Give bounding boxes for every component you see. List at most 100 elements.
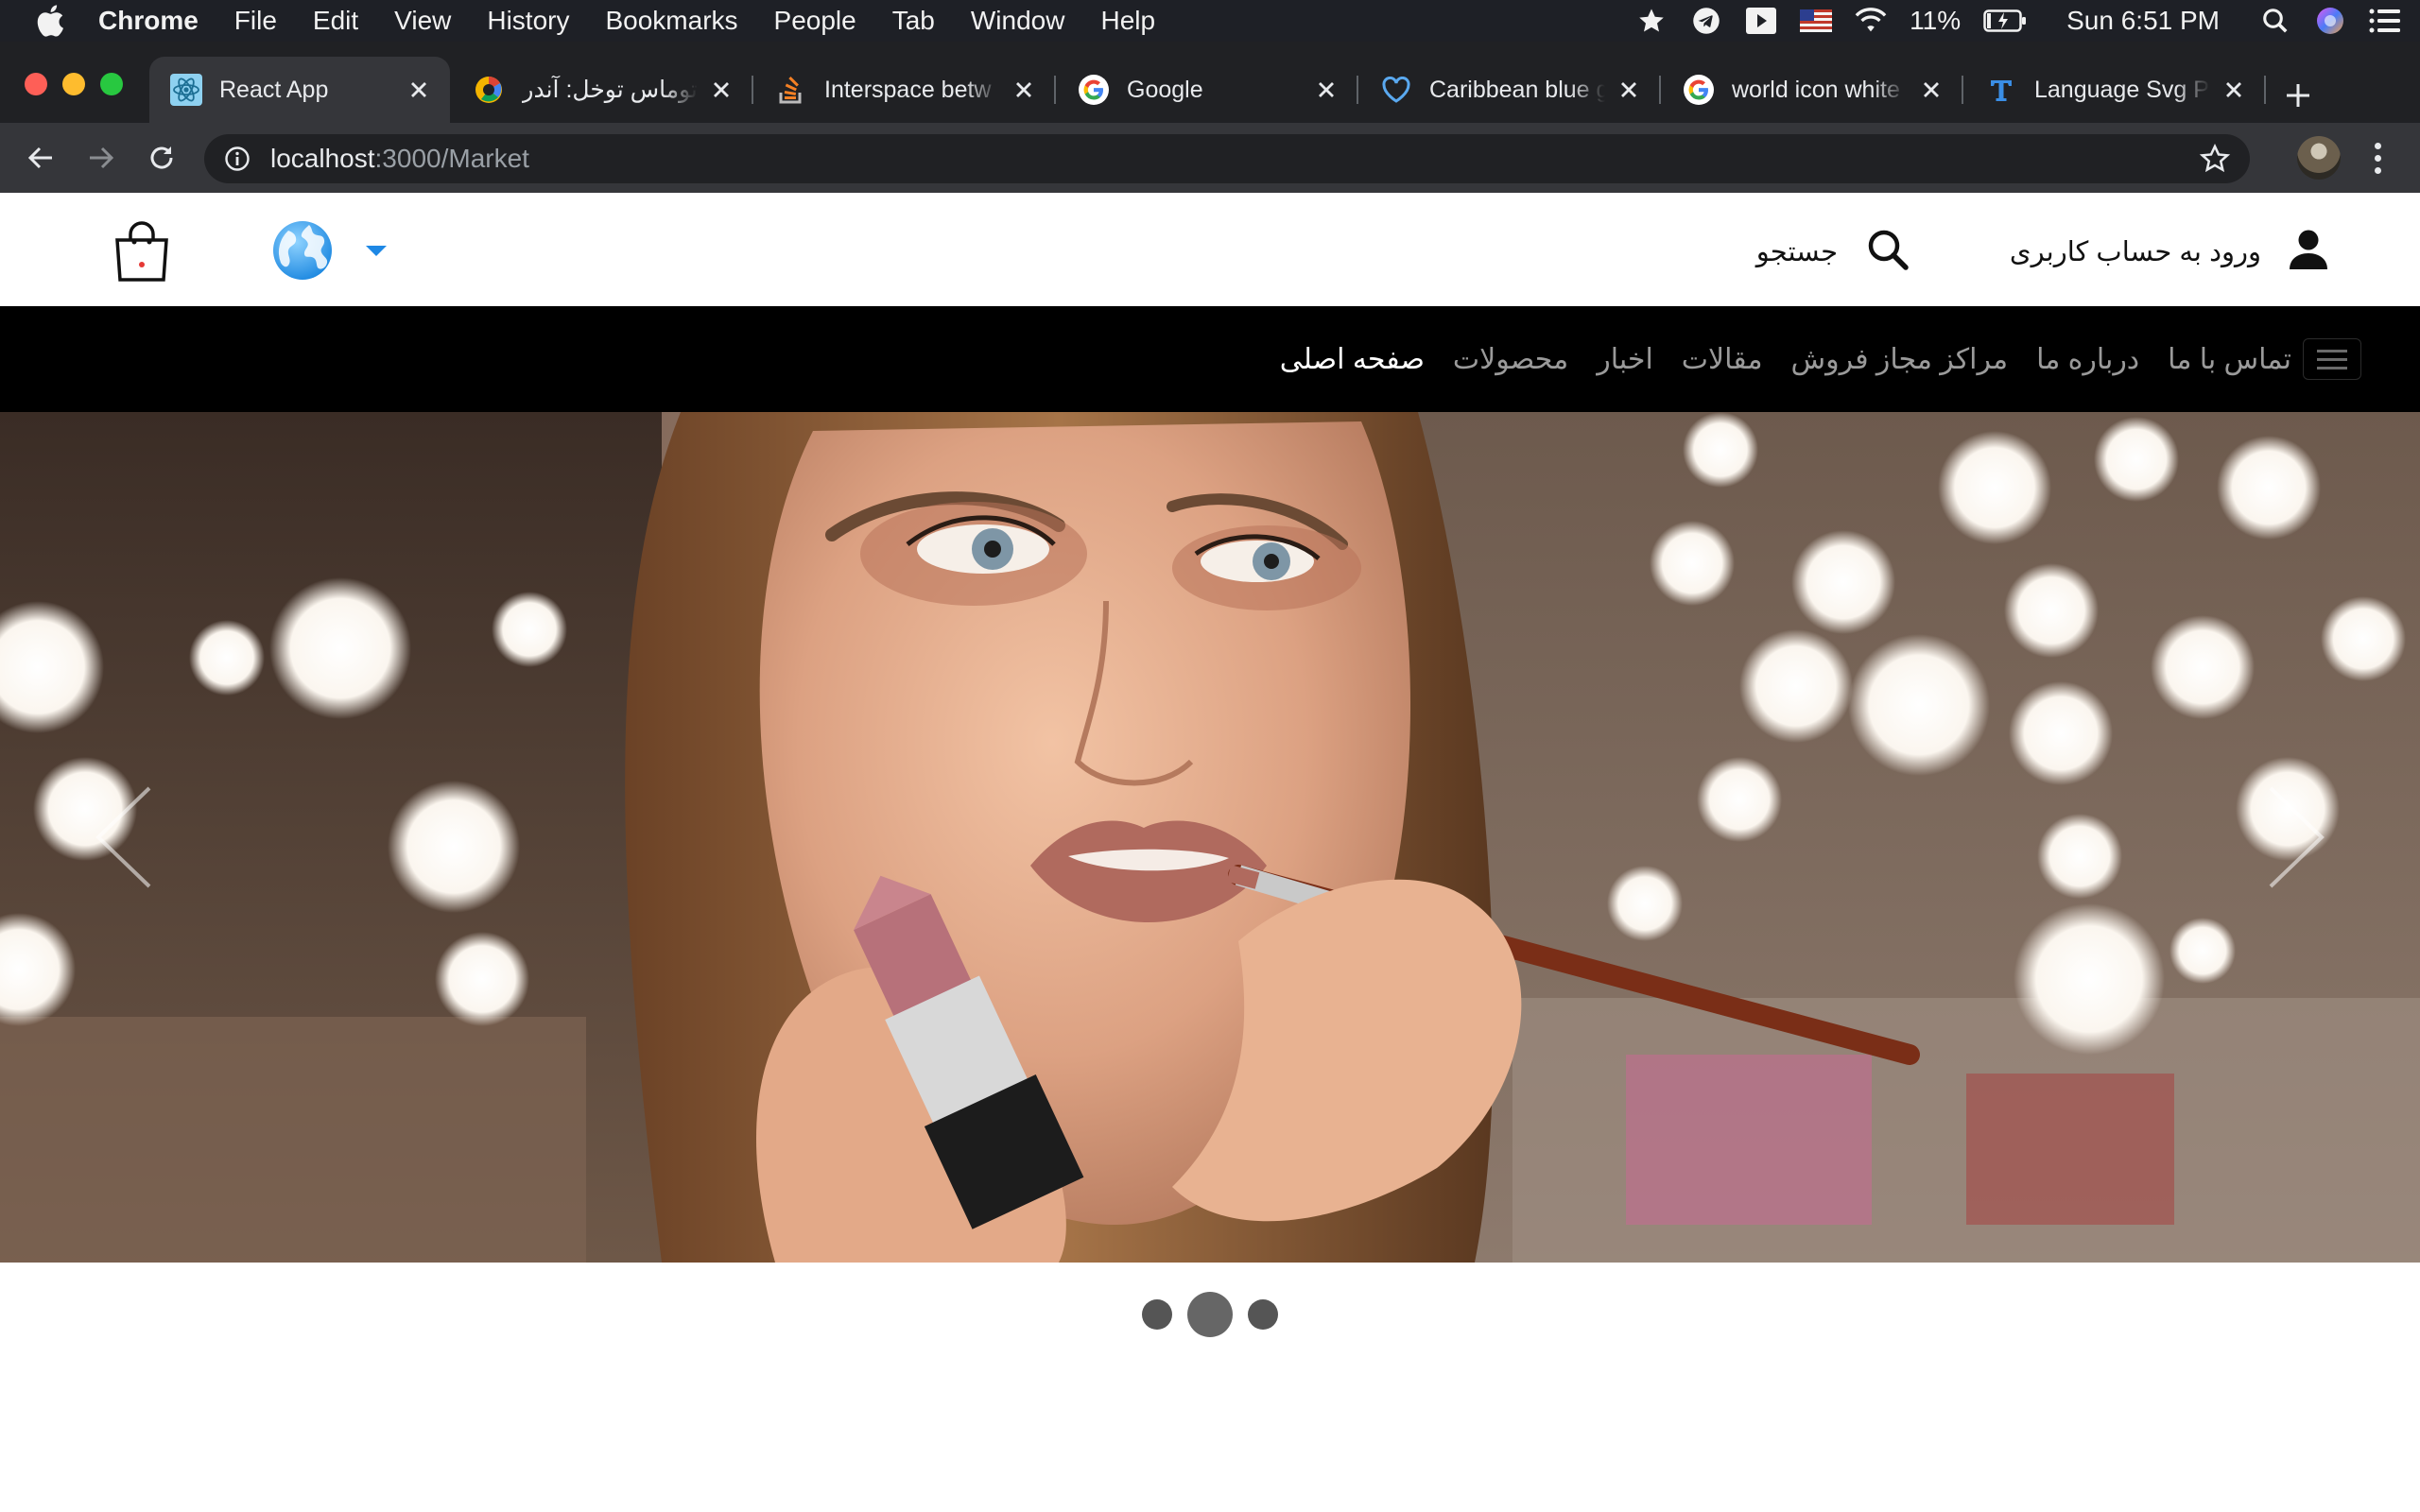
menu-people[interactable]: People (774, 6, 856, 36)
nav-home[interactable]: صفحه اصلی (1280, 343, 1425, 376)
telegram-icon[interactable] (1690, 7, 1722, 35)
tab-title: Caribbean blue g (1429, 76, 1605, 103)
url-host: localhost (270, 144, 375, 173)
site-header: جستجو ورود به حساب کاربری (0, 193, 2420, 306)
tab-title: Language Svg Pr (2034, 76, 2210, 103)
carousel-dot[interactable] (1248, 1299, 1278, 1330)
menu-edit[interactable]: Edit (313, 6, 358, 36)
tab-separator (752, 76, 753, 104)
tab-close-icon[interactable] (1615, 76, 1643, 104)
tab-separator (1054, 76, 1056, 104)
carousel-dot[interactable] (1142, 1299, 1172, 1330)
menu-window[interactable]: Window (971, 6, 1065, 36)
address-bar[interactable]: localhost:3000/Market (204, 134, 2250, 183)
tab-close-icon[interactable] (405, 76, 433, 104)
tab-separator (1357, 76, 1358, 104)
window-minimize-button[interactable] (62, 73, 85, 95)
tab-world-icon-search[interactable]: world icon white (1662, 57, 1963, 123)
nav-products[interactable]: محصولات (1453, 343, 1568, 376)
menu-tab[interactable]: Tab (892, 6, 935, 36)
site-info-icon[interactable] (221, 143, 253, 175)
tab-close-icon[interactable] (1312, 76, 1340, 104)
shopping-bag-icon[interactable] (112, 221, 172, 284)
tab-close-icon[interactable] (1917, 76, 1945, 104)
nav-authorized-dealers[interactable]: مراکز مجاز فروش (1791, 343, 2009, 376)
tab-title: Interspace betw (824, 76, 992, 103)
tab-close-icon[interactable] (707, 76, 735, 104)
google-icon (1078, 74, 1110, 106)
t-favicon (1985, 74, 2017, 106)
menu-help[interactable]: Help (1100, 6, 1155, 36)
bookmark-star-icon[interactable] (2199, 143, 2231, 175)
menu-view[interactable]: View (394, 6, 451, 36)
chevron-down-icon (366, 245, 387, 256)
battery-percent: 11% (1910, 6, 1962, 35)
nav-links: صفحه اصلی محصولات اخبار مقالات مراکز مجا… (1280, 306, 2291, 412)
carousel-prev-arrow[interactable] (85, 781, 161, 894)
login-button[interactable]: ورود به حساب کاربری (2010, 227, 2329, 276)
wifi-icon[interactable] (1855, 7, 1887, 35)
tab-title: توماس توخل: آندر ه (522, 77, 698, 103)
search-icon (1866, 228, 1910, 276)
menu-file[interactable]: File (234, 6, 277, 36)
news-favicon (473, 74, 505, 106)
tab-react-app[interactable]: React App (149, 57, 450, 123)
tab-caribbean-blue[interactable]: Caribbean blue g (1359, 57, 1661, 123)
tab-title: world icon white (1732, 76, 1900, 103)
menubar-clock[interactable]: Sun 6:51 PM (2066, 6, 2220, 36)
tab-close-icon[interactable] (1010, 76, 1038, 104)
tab-separator (2264, 76, 2266, 104)
carousel-dot-active[interactable] (1187, 1292, 1233, 1337)
tab-close-icon[interactable] (2220, 76, 2248, 104)
browser-toolbar: localhost:3000/Market (0, 123, 2420, 193)
url-text: localhost:3000/Market (270, 144, 529, 174)
tab-language-svg[interactable]: Language Svg Pr (1964, 57, 2266, 123)
search-label: جستجو (1755, 236, 1838, 267)
chrome-menu-icon[interactable] (2363, 138, 2392, 178)
stackoverflow-icon (775, 74, 807, 106)
star-status-icon[interactable] (1635, 7, 1668, 35)
apple-menu-icon[interactable] (36, 5, 68, 37)
battery-charging-icon[interactable] (1983, 7, 2027, 35)
hamburger-menu-icon[interactable] (2303, 338, 2361, 380)
siri-icon[interactable] (2314, 7, 2346, 35)
profile-avatar[interactable] (2297, 136, 2341, 180)
tab-news[interactable]: توماس توخل: آندر ه (452, 57, 753, 123)
new-tab-button[interactable] (2276, 74, 2320, 117)
window-close-button[interactable] (25, 73, 47, 95)
hero-slide-image (0, 412, 2420, 1263)
user-icon (2288, 229, 2329, 275)
spotlight-search-icon[interactable] (2259, 7, 2291, 35)
carousel-indicators (0, 1263, 2420, 1366)
main-navigation: صفحه اصلی محصولات اخبار مقالات مراکز مجا… (0, 306, 2420, 412)
nav-about-us[interactable]: درباره ما (2036, 343, 2139, 376)
reload-button[interactable] (142, 138, 182, 178)
google-icon (1683, 74, 1715, 106)
menu-history[interactable]: History (487, 6, 569, 36)
language-selector[interactable] (269, 217, 387, 284)
carousel-next-arrow[interactable] (2259, 781, 2335, 894)
browser-tab-strip: React App توماس توخل: آندر ه Interspace … (0, 42, 2420, 123)
back-button[interactable] (21, 138, 60, 178)
window-zoom-button[interactable] (100, 73, 123, 95)
nav-articles[interactable]: مقالات (1682, 343, 1763, 376)
us-flag-icon[interactable] (1800, 7, 1833, 35)
tab-title: Google (1127, 76, 1203, 103)
search-button[interactable]: جستجو (1756, 227, 1910, 276)
tab-google[interactable]: Google (1057, 57, 1358, 123)
heart-icon (1380, 74, 1412, 106)
nav-news[interactable]: اخبار (1597, 343, 1653, 376)
tab-separator (1962, 76, 1963, 104)
globe-icon (269, 217, 336, 284)
control-center-list-icon[interactable] (2369, 7, 2401, 35)
forward-button[interactable] (81, 138, 121, 178)
nav-contact-us[interactable]: تماس با ما (2168, 343, 2291, 376)
url-path: :3000/Market (374, 144, 529, 173)
hero-carousel[interactable] (0, 412, 2420, 1263)
login-label: ورود به حساب کاربری (2009, 236, 2261, 267)
tab-stackoverflow[interactable]: Interspace betw (754, 57, 1056, 123)
menu-app-name[interactable]: Chrome (98, 6, 199, 36)
menu-bookmarks[interactable]: Bookmarks (605, 6, 737, 36)
media-play-icon[interactable] (1745, 7, 1777, 35)
tab-separator (1659, 76, 1661, 104)
